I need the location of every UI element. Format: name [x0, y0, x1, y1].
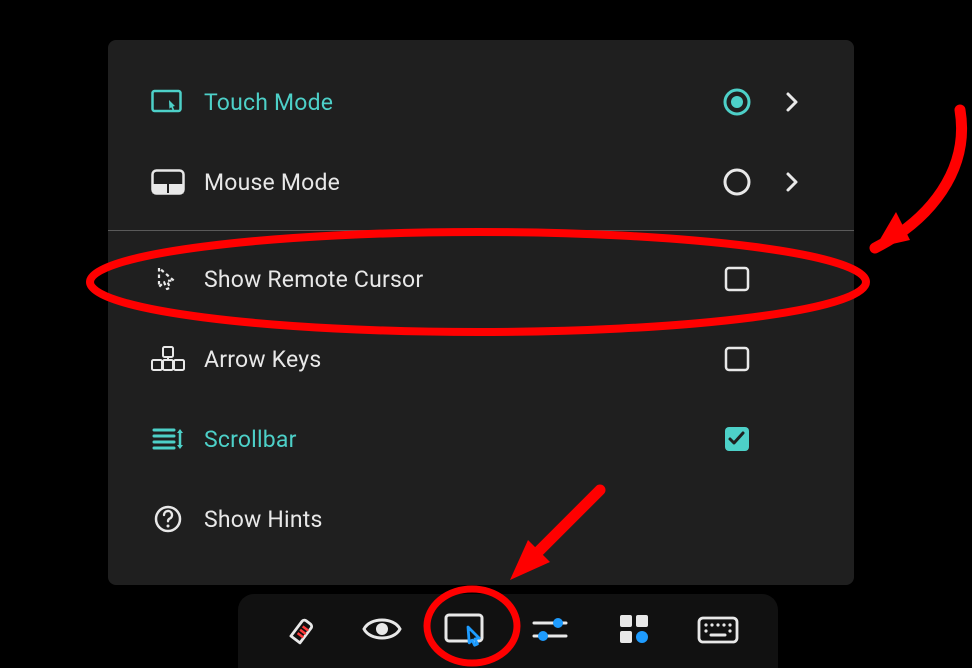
menu-item-scrollbar[interactable]: Scrollbar: [108, 399, 854, 479]
tool-pointer[interactable]: [431, 601, 501, 661]
help-circle-icon: [148, 504, 188, 534]
chevron-right-icon[interactable]: [762, 91, 822, 113]
menu-item-show-remote-cursor[interactable]: Show Remote Cursor: [108, 239, 854, 319]
menu-item-show-hints[interactable]: Show Hints: [108, 479, 854, 559]
menu-item-touch-mode[interactable]: Touch Mode: [108, 62, 854, 142]
menu-item-label: Scrollbar: [204, 426, 712, 453]
bottom-toolbar: [238, 594, 778, 668]
menu-item-label: Show Remote Cursor: [204, 266, 712, 293]
mouse-screen-icon: [148, 169, 188, 195]
apps-grid-icon: [617, 612, 651, 650]
checkbox-unchecked[interactable]: [712, 265, 762, 293]
tool-keyboard[interactable]: [683, 601, 753, 661]
checkbox-unchecked[interactable]: [712, 345, 762, 373]
checkbox-checked[interactable]: [712, 425, 762, 453]
divider: [108, 230, 854, 231]
tool-sliders[interactable]: [515, 601, 585, 661]
keyboard-icon: [697, 614, 739, 648]
settings-panel: Touch Mode Mouse Mode: [108, 40, 854, 585]
touch-screen-icon: [148, 88, 188, 116]
tool-view[interactable]: [347, 601, 417, 661]
scrollbar-icon: [148, 426, 188, 452]
eraser-icon: [278, 609, 318, 653]
pointer-screen-icon: [443, 610, 489, 652]
tool-apps[interactable]: [599, 601, 669, 661]
menu-item-mouse-mode[interactable]: Mouse Mode: [108, 142, 854, 222]
eye-icon: [360, 613, 404, 649]
radio-unselected[interactable]: [712, 167, 762, 197]
menu-item-label: Arrow Keys: [204, 346, 712, 373]
tool-eraser[interactable]: [263, 601, 333, 661]
menu-item-label: Mouse Mode: [204, 169, 712, 196]
arrow-keys-icon: [148, 346, 188, 372]
cursor-dashed-icon: [148, 264, 188, 294]
menu-item-label: Show Hints: [204, 506, 712, 533]
sliders-icon: [531, 614, 569, 648]
menu-item-arrow-keys[interactable]: Arrow Keys: [108, 319, 854, 399]
chevron-right-icon[interactable]: [762, 171, 822, 193]
radio-selected[interactable]: [712, 87, 762, 117]
menu-item-label: Touch Mode: [204, 89, 712, 116]
